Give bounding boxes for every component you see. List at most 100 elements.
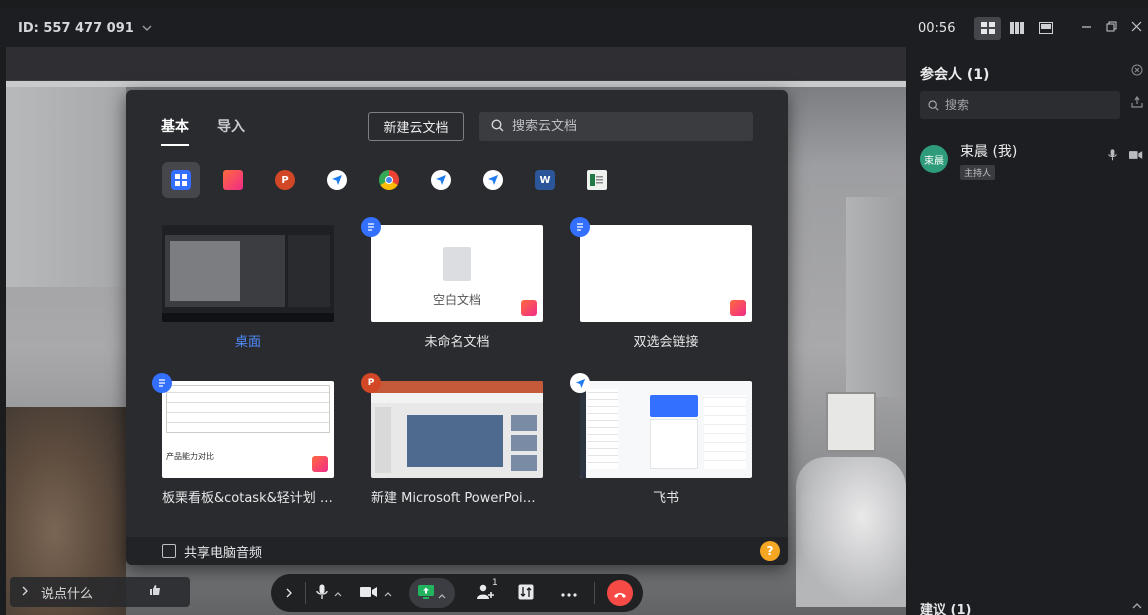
feishu-whiteboard-icon <box>730 300 746 316</box>
blank-doc-text: 空白文档 <box>432 293 481 307</box>
grid-layout-icon[interactable] <box>974 16 1001 40</box>
video-door <box>846 197 906 397</box>
powerpoint-icon: P <box>361 373 381 393</box>
feishu-thumbnail <box>580 381 752 478</box>
new-cloud-doc-button[interactable]: 新建云文档 <box>368 112 464 141</box>
participant-search-input[interactable] <box>945 98 1115 112</box>
share-screen-icon <box>418 584 435 603</box>
chevron-up-icon[interactable] <box>438 584 446 603</box>
feishu-whiteboard-icon <box>521 300 537 316</box>
chevron-up-icon[interactable] <box>334 586 342 600</box>
minimize-icon[interactable] <box>1081 20 1092 36</box>
camera-icon <box>360 586 378 601</box>
speaker-layout-icon[interactable] <box>1003 17 1030 40</box>
meeting-id-text: ID: 557 477 091 <box>18 20 134 36</box>
ppt-thumbnail <box>371 381 543 478</box>
desktop-thumbnail <box>162 225 334 322</box>
toolbar-divider <box>594 582 596 604</box>
share-item-untitled-doc[interactable]: 空白文档 未命名文档 <box>371 225 543 350</box>
layout-adjust-button[interactable] <box>509 577 543 609</box>
share-item-label: 双选会链接 <box>633 335 699 350</box>
cloud-doc-search-input[interactable] <box>512 119 732 134</box>
chrome-icon[interactable] <box>370 162 408 198</box>
doc-icon <box>152 373 172 393</box>
participant-name: 束晨 (我) <box>960 144 1018 160</box>
feishu-icon[interactable] <box>422 162 460 198</box>
share-item-compare-doc[interactable]: 产品能力对比 板栗看板&cotask&轻计划 差... <box>162 381 334 506</box>
more-icon <box>561 586 577 600</box>
meeting-window: ID: 557 477 091 00:56 基本 导入 新建云文档 搜索云文档 … <box>0 0 1148 615</box>
hang-up-icon <box>613 584 627 603</box>
share-content-dialog: 基本 导入 新建云文档 P <box>126 90 788 565</box>
tab-import[interactable]: 导入 <box>217 116 245 146</box>
doc-thumbnail: 产品能力对比 <box>162 381 334 478</box>
leave-meeting-button[interactable] <box>607 580 634 606</box>
toolbar-divider <box>304 582 306 604</box>
feishu-whiteboard-icon <box>312 456 328 472</box>
suggestions-label[interactable]: 建议 (1) <box>920 599 971 615</box>
meeting-toolbar: 1 <box>271 574 643 612</box>
restore-icon[interactable] <box>1106 20 1117 36</box>
microphone-button[interactable] <box>312 577 346 609</box>
share-item-label: 新建 Microsoft PowerPoint 演... <box>371 491 543 506</box>
all-windows-icon[interactable] <box>162 162 200 198</box>
camera-icon[interactable] <box>1129 149 1143 164</box>
chevron-right-icon[interactable] <box>22 585 29 600</box>
doc-icon <box>361 217 381 237</box>
thumbs-up-icon[interactable] <box>149 584 161 600</box>
meeting-id-dropdown[interactable]: ID: 557 477 091 <box>18 21 152 36</box>
feishu-whiteboard-icon[interactable] <box>214 162 252 198</box>
sheet-window-icon[interactable] <box>578 162 616 198</box>
share-item-powerpoint[interactable]: 新建 Microsoft PowerPoint 演... <box>371 381 543 506</box>
participant-row[interactable]: 束晨 束晨 (我) 主持人 <box>920 141 1148 180</box>
chevron-up-icon[interactable] <box>1132 599 1142 612</box>
share-item-link-doc[interactable]: 双选会链接 <box>580 225 752 350</box>
chevron-up-icon[interactable] <box>384 586 392 600</box>
tab-basic[interactable]: 基本 <box>161 116 189 146</box>
doc-icon <box>570 217 590 237</box>
share-audio-label: 共享电脑音频 <box>184 545 263 561</box>
share-item-desktop[interactable]: 桌面 <box>162 225 334 350</box>
help-button[interactable]: ? <box>760 541 780 561</box>
window-controls <box>1081 20 1142 36</box>
search-icon <box>491 117 504 136</box>
sort-icon <box>518 584 534 603</box>
participant-search <box>920 91 1120 119</box>
feishu-icon[interactable] <box>318 162 356 198</box>
share-item-label: 桌面 <box>234 335 261 350</box>
dialog-footer: 共享电脑音频 ? <box>126 537 788 565</box>
share-item-label: 板栗看板&cotask&轻计划 差... <box>162 491 334 506</box>
camera-button[interactable] <box>354 577 400 609</box>
thumb-heading: 产品能力对比 <box>166 452 214 461</box>
title-bar-right: 00:56 <box>912 9 1142 47</box>
floating-layout-icon[interactable] <box>1032 17 1059 40</box>
share-link-icon[interactable] <box>1131 95 1143 112</box>
word-icon[interactable]: W <box>526 162 564 198</box>
close-icon[interactable] <box>1131 20 1142 36</box>
meeting-timer: 00:56 <box>918 20 956 36</box>
host-badge: 主持人 <box>960 165 996 180</box>
powerpoint-icon[interactable]: P <box>266 162 304 198</box>
participants-panel: 参会人 (1) 束晨 束晨 (我) 主持人 <box>908 47 1148 615</box>
close-icon[interactable] <box>1131 64 1143 80</box>
chat-input-bar[interactable]: 说点什么 <box>10 577 190 607</box>
layout-switcher <box>974 16 1059 40</box>
more-options-button[interactable] <box>552 577 586 609</box>
panel-title: 参会人 (1) <box>920 67 990 83</box>
share-item-label: 飞书 <box>652 491 679 506</box>
video-board <box>826 392 876 452</box>
video-chair <box>796 457 906 607</box>
video-wall <box>6 87 126 287</box>
microphone-icon[interactable] <box>1108 149 1117 164</box>
chevron-right-icon[interactable] <box>281 577 299 609</box>
feishu-icon[interactable] <box>474 162 512 198</box>
microphone-icon <box>316 584 328 603</box>
share-audio-checkbox[interactable] <box>162 544 176 558</box>
feishu-icon <box>570 373 590 393</box>
cloud-doc-search <box>479 112 753 141</box>
avatar: 束晨 <box>920 145 948 173</box>
share-item-feishu[interactable]: 飞书 <box>580 381 752 506</box>
share-screen-button[interactable] <box>409 578 455 608</box>
chevron-down-icon <box>142 22 152 35</box>
participants-button[interactable]: 1 <box>469 577 503 609</box>
